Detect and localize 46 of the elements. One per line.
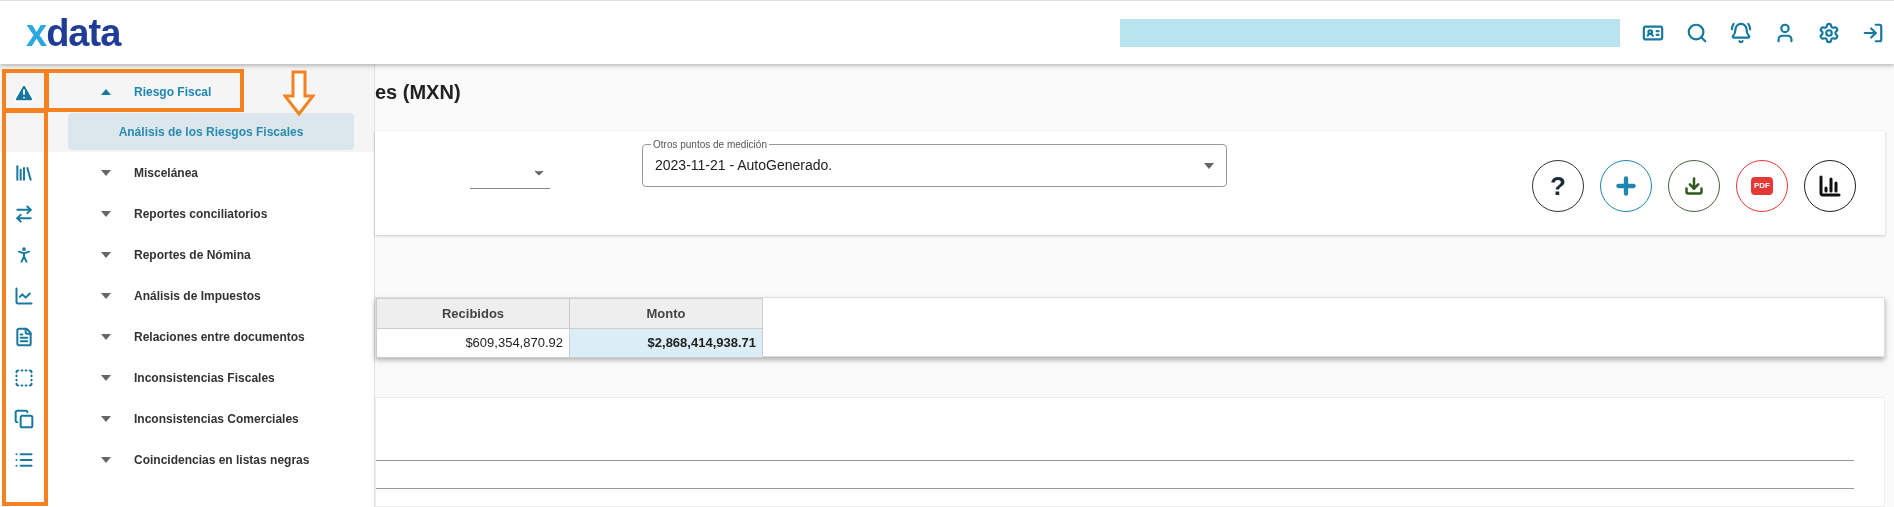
menu-item[interactable]: Reportes conciliatorios xyxy=(101,204,268,223)
caret-down-icon xyxy=(1204,162,1214,169)
menu-item[interactable]: Miscelánea xyxy=(101,163,199,182)
download-button[interactable] xyxy=(1668,160,1720,212)
menu-item[interactable]: Coincidencias en listas negras xyxy=(101,450,310,469)
menu-item[interactable]: Análisis de Impuestos xyxy=(101,286,261,305)
user-icon[interactable] xyxy=(1774,21,1796,44)
help-button[interactable]: ? xyxy=(1532,160,1584,212)
plus-icon xyxy=(1613,173,1639,199)
menu-item[interactable]: Riesgo Fiscal xyxy=(101,83,212,101)
chart-button[interactable] xyxy=(1804,160,1856,212)
bar-chart-icon xyxy=(1818,174,1842,198)
caret-down-icon xyxy=(101,210,111,217)
caret-up-icon xyxy=(101,89,111,95)
logo: xdata xyxy=(26,13,121,52)
pdf-button[interactable]: PDF xyxy=(1736,160,1788,212)
caret-down-icon xyxy=(101,456,111,463)
page-title: es (MXN) xyxy=(375,80,462,105)
caret-down-icon xyxy=(101,292,111,299)
logout-icon[interactable] xyxy=(1862,21,1884,44)
caret-down-icon xyxy=(101,374,111,381)
caret-down-icon xyxy=(101,251,111,258)
dashed-square-icon[interactable] xyxy=(14,367,34,388)
stacked-squares-icon[interactable] xyxy=(14,408,34,429)
annotation-arrow xyxy=(283,70,315,116)
caret-down-icon xyxy=(101,415,111,422)
caret-down-icon xyxy=(101,333,111,340)
bell-icon[interactable] xyxy=(1730,21,1752,44)
library-icon[interactable] xyxy=(14,162,34,183)
column-header: Monto xyxy=(569,298,763,329)
download-icon xyxy=(1684,176,1704,196)
arrows-icon[interactable] xyxy=(14,203,34,224)
table-cell: $609,354,870.92 xyxy=(376,328,570,358)
add-button[interactable] xyxy=(1600,160,1652,212)
warning-icon[interactable] xyxy=(13,82,35,104)
menu-item[interactable]: Reportes de Nómina xyxy=(101,245,251,264)
column-header: Recibidos xyxy=(376,298,570,329)
caret-down-icon xyxy=(101,169,111,176)
table-cell: $2,868,414,938.71 xyxy=(569,328,763,358)
settings-icon[interactable] xyxy=(1818,21,1840,44)
line-chart-icon[interactable] xyxy=(14,285,34,306)
document-icon[interactable] xyxy=(14,326,34,347)
menu-item[interactable]: Relaciones entre documentos xyxy=(101,327,305,346)
search-icon[interactable] xyxy=(1686,21,1708,44)
menu-item[interactable]: Inconsistencias Fiscales xyxy=(101,368,275,387)
menu-item[interactable]: Inconsistencias Comerciales xyxy=(101,409,299,428)
